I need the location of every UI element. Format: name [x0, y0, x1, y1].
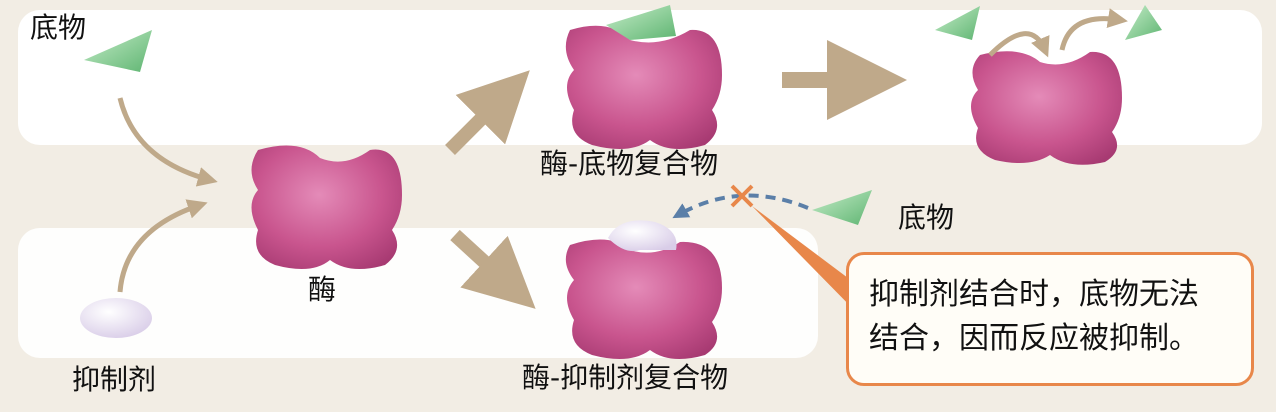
substrate-label-right: 底物 — [898, 201, 955, 234]
explanation-callout: 抑制剂结合时，底物无法 结合，因而反应被抑制。 — [846, 252, 1254, 386]
enzyme-label: 酶 — [308, 273, 337, 306]
callout-line-2: 结合，因而反应被抑制。 — [869, 321, 1199, 356]
ei-complex-enzyme-shape — [565, 239, 722, 359]
es-complex-label: 酶-底物复合物 — [540, 147, 719, 180]
substrate-label-top: 底物 — [30, 11, 87, 44]
es-complex-enzyme-shape — [565, 25, 722, 149]
ei-complex-label: 酶-抑制剂复合物 — [522, 361, 729, 394]
enzyme-shape — [251, 145, 402, 269]
inhibitor-shape — [80, 298, 152, 338]
blocked-substrate-shape — [812, 190, 872, 225]
product-enzyme-shape — [971, 51, 1122, 165]
enzyme-inhibition-diagram: 底物 抑制剂 酶 酶-底物复合物 酶-抑制剂复合物 底物 抑制剂结合时，底物无法… — [0, 0, 1276, 412]
inhibitor-label: 抑制剂 — [72, 363, 157, 396]
callout-line-1: 抑制剂结合时，底物无法 — [869, 277, 1199, 312]
